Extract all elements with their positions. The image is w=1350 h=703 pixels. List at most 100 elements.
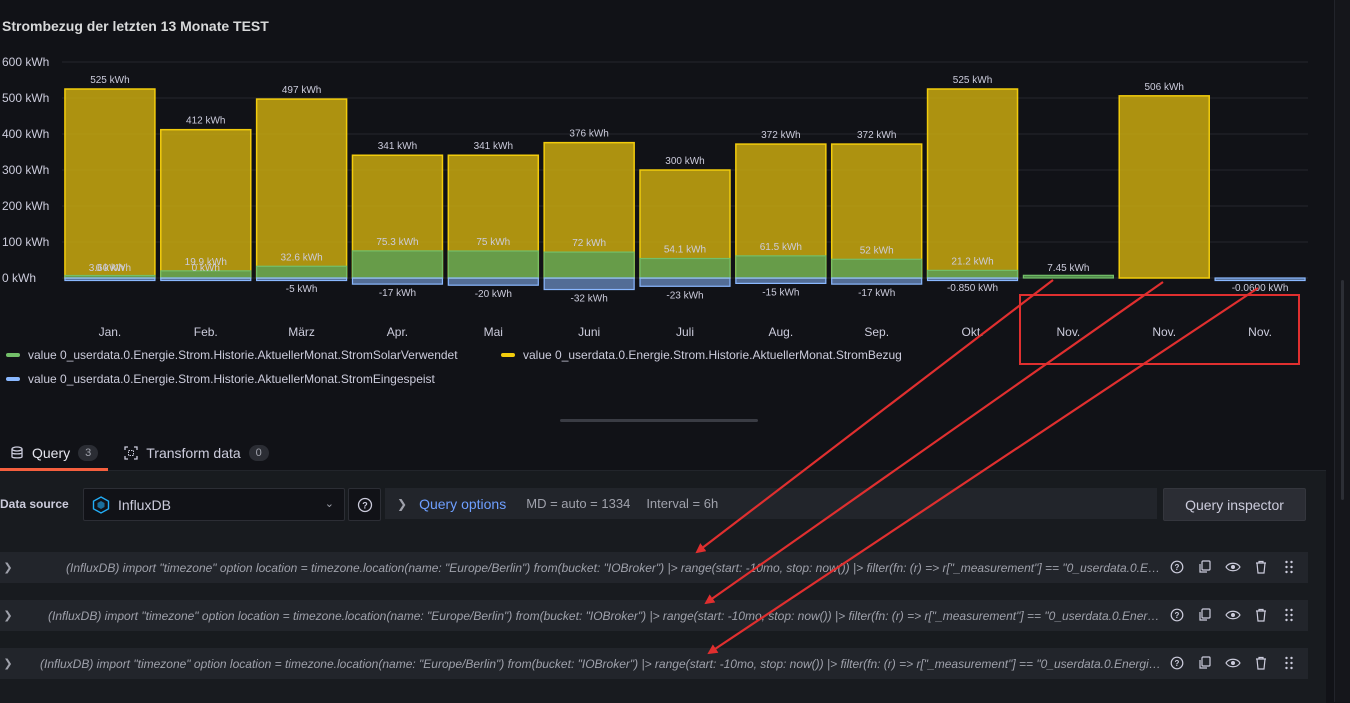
bar-solar: [447, 250, 539, 279]
question-circle-icon: ?: [357, 497, 373, 513]
data-label-einspeisung: 0 kWh: [192, 263, 220, 274]
query-text[interactable]: (InfluxDB) import "timezone" option loca…: [40, 657, 1164, 671]
tab-query[interactable]: Query 3: [0, 438, 109, 471]
help-icon[interactable]: ?: [1168, 606, 1186, 624]
x-tick-label: Mai: [484, 325, 503, 339]
duplicate-icon[interactable]: [1196, 654, 1214, 672]
data-label-bezug: 525 kWh: [953, 75, 992, 86]
x-tick-label: Feb.: [194, 325, 218, 339]
svg-text:?: ?: [1175, 611, 1180, 620]
chevron-right-icon: ❯: [397, 496, 408, 511]
y-tick-label: 100 kWh: [2, 235, 49, 249]
data-label-einspeisung: -23 kWh: [666, 290, 703, 301]
query-options-title[interactable]: Query options: [419, 496, 506, 512]
scrollbar-thumb[interactable]: [1341, 280, 1344, 500]
data-label-einspeisung: -20 kWh: [475, 289, 512, 300]
bar-solar: [256, 265, 348, 279]
data-label-bezug: 341 kWh: [474, 141, 513, 152]
trash-icon[interactable]: [1252, 606, 1270, 624]
trash-icon[interactable]: [1252, 654, 1270, 672]
data-label-solar: 32.6 kWh: [280, 252, 322, 263]
bar-bezug: [64, 88, 156, 279]
data-label-einspeisung: -32 kWh: [571, 294, 608, 305]
help-icon[interactable]: ?: [1168, 558, 1186, 576]
help-icon[interactable]: ?: [1168, 654, 1186, 672]
query-options-md: MD = auto = 1334: [526, 496, 631, 511]
data-label-solar: 61.5 kWh: [760, 242, 802, 253]
query-text[interactable]: (InfluxDB) import "timezone" option loca…: [66, 561, 1164, 575]
query-options-bar[interactable]: ❯ Query options MD = auto = 1334 Interva…: [385, 488, 1157, 519]
x-tick-label: Nov.: [1056, 325, 1080, 339]
eye-icon[interactable]: [1224, 654, 1242, 672]
tab-query-label: Query: [32, 445, 71, 461]
drag-handle-icon[interactable]: [1280, 606, 1298, 624]
query-text[interactable]: (InfluxDB) import "timezone" option loca…: [48, 609, 1164, 623]
datasource-help-button[interactable]: ?: [348, 488, 381, 521]
data-label-einspeisung: -0.850 kWh: [947, 283, 998, 294]
bar-solar: [351, 250, 444, 279]
tab-transform-label: Transform data: [146, 445, 241, 461]
data-label-solar: 72 kWh: [572, 238, 606, 249]
chevron-right-icon[interactable]: ❯: [0, 657, 16, 670]
data-label-einspeisung: -0.0600 kWh: [1232, 283, 1289, 294]
editor-tabs: Query 3 Transform data 0: [0, 438, 279, 471]
query-row[interactable]: ❯ (InfluxDB) import "timezone" option lo…: [0, 648, 1308, 679]
bar-einspeisung: [926, 277, 1019, 282]
trash-icon[interactable]: [1252, 558, 1270, 576]
tab-transform[interactable]: Transform data 0: [114, 438, 279, 468]
query-row-actions: ?: [1168, 606, 1298, 624]
query-inspector-button[interactable]: Query inspector: [1163, 488, 1306, 521]
bar-chart: 600 kWh 500 kWh 400 kWh 300 kWh 200 kWh 100 k…: [2, 55, 1308, 339]
bar-einspeisung: [447, 277, 539, 286]
transform-icon: [124, 446, 138, 460]
y-tick-label: 400 kWh: [2, 127, 49, 141]
query-row[interactable]: ❯ (InfluxDB) import "timezone" option lo…: [0, 600, 1308, 631]
bar-solar: [735, 255, 827, 279]
duplicate-icon[interactable]: [1196, 606, 1214, 624]
legend-item-einspeisung[interactable]: value 0_userdata.0.Energie.Strom.Histori…: [6, 372, 435, 386]
chevron-right-icon[interactable]: ❯: [0, 609, 16, 622]
datasource-label: Data source: [0, 497, 69, 511]
query-row[interactable]: ❯ (InfluxDB) import "timezone" option lo…: [0, 552, 1308, 583]
bar-bezug: [830, 143, 923, 279]
data-label-einspeisung: -17 kWh: [379, 288, 416, 299]
bar-solar: [831, 258, 923, 279]
chevron-right-icon[interactable]: ❯: [0, 561, 16, 574]
data-label-solar: 75 kWh: [476, 237, 510, 248]
bar-bezug: [255, 98, 348, 279]
x-tick-label: Sep.: [864, 325, 889, 339]
drag-handle-icon[interactable]: [1280, 558, 1298, 576]
bar-einspeisung: [64, 277, 156, 282]
chevron-down-icon: ⌄: [324, 498, 334, 510]
legend-item-solar[interactable]: value 0_userdata.0.Energie.Strom.Histori…: [6, 348, 458, 362]
bar-bezug: [160, 128, 252, 279]
x-tick-label: Aug.: [769, 325, 794, 339]
data-label-solar: 52 kWh: [860, 245, 894, 256]
bar-einspeisung: [160, 277, 252, 282]
data-label-einspeisung: -5 kWh: [286, 284, 318, 295]
legend-item-bezug[interactable]: value 0_userdata.0.Energie.Strom.Histori…: [501, 348, 902, 362]
bar-einspeisung: [1214, 277, 1306, 282]
datasource-picker[interactable]: InfluxDB ⌄: [83, 488, 345, 521]
bar-solar: [1022, 274, 1114, 279]
drag-handle-icon[interactable]: [1280, 654, 1298, 672]
tab-transform-count: 0: [248, 445, 269, 461]
y-tick-label: 200 kWh: [2, 199, 49, 213]
data-label-bezug: 506 kWh: [1144, 82, 1183, 93]
data-label-einspeisung: -15 kWh: [762, 287, 799, 298]
bar-einspeisung: [543, 277, 635, 291]
y-tick-label: 300 kWh: [2, 163, 49, 177]
legend-label-einspeisung: value 0_userdata.0.Energie.Strom.Histori…: [28, 372, 435, 386]
panel-title[interactable]: Strombezug der letzten 13 Monate TEST: [2, 18, 269, 34]
pane-resize-handle[interactable]: [560, 419, 758, 422]
svg-text:?: ?: [362, 500, 368, 510]
x-tick-label: Nov.: [1152, 325, 1176, 339]
datasource-name: InfluxDB: [118, 496, 171, 513]
data-label-solar: 75.3 kWh: [376, 237, 418, 248]
bar-solar: [543, 251, 635, 279]
duplicate-icon[interactable]: [1196, 558, 1214, 576]
eye-icon[interactable]: [1224, 558, 1242, 576]
data-label-bezug: 497 kWh: [282, 85, 321, 96]
data-label-solar: 21.2 kWh: [951, 256, 993, 267]
eye-icon[interactable]: [1224, 606, 1242, 624]
